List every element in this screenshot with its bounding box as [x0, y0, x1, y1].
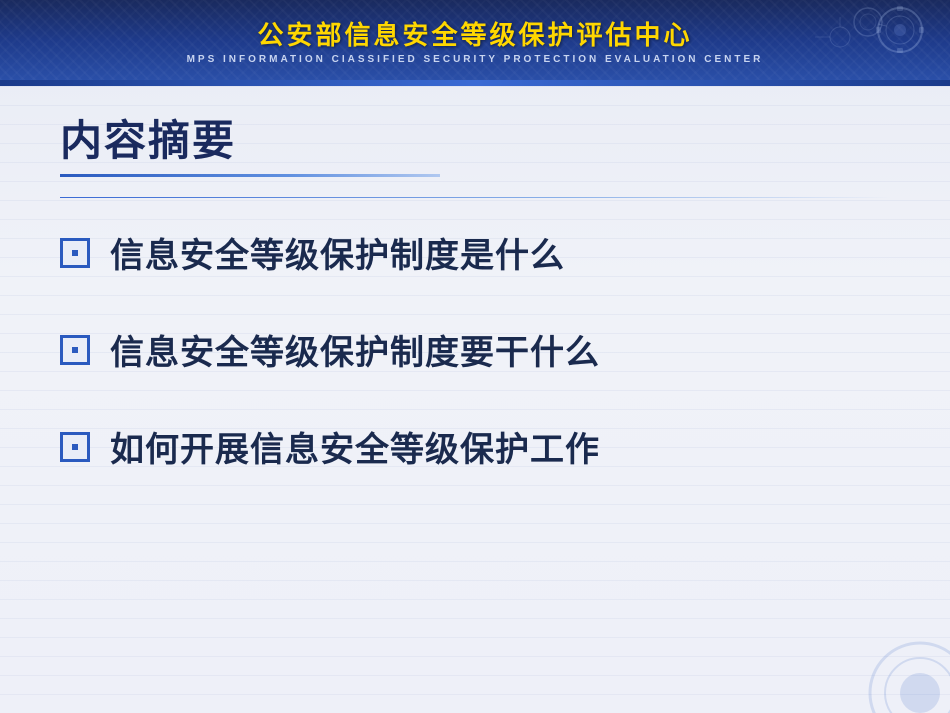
section-rule [60, 197, 890, 198]
bullet-icon-3 [60, 432, 90, 462]
list-item: 信息安全等级保护制度是什么 [60, 228, 890, 277]
bullet-text-1: 信息安全等级保护制度是什么 [110, 228, 565, 277]
header-banner: 公安部信息安全等级保护评估中心 MPS INFORMATION CIASSIFI… [0, 0, 950, 80]
bullet-icon-1 [60, 238, 90, 268]
main-content: 内容摘要 信息安全等级保护制度是什么 信息安全等级保护制度要干什么 如何开展信息… [0, 86, 950, 549]
header-title-cn: 公安部信息安全等级保护评估中心 [257, 15, 692, 52]
title-underline [60, 174, 440, 177]
page-title-section: 内容摘要 [60, 116, 890, 177]
header-decoration [760, 2, 940, 57]
page-title: 内容摘要 [60, 116, 890, 166]
bullet-list: 信息安全等级保护制度是什么 信息安全等级保护制度要干什么 如何开展信息安全等级保… [60, 228, 890, 471]
list-item: 如何开展信息安全等级保护工作 [60, 422, 890, 471]
slide-container: 公安部信息安全等级保护评估中心 MPS INFORMATION CIASSIFI… [0, 0, 950, 713]
bullet-text-3: 如何开展信息安全等级保护工作 [110, 422, 600, 471]
header-title-en: MPS INFORMATION CIASSIFIED SECURITY PROT… [187, 54, 764, 65]
bullet-icon-2 [60, 335, 90, 365]
list-item: 信息安全等级保护制度要干什么 [60, 325, 890, 374]
bottom-decoration [800, 633, 950, 713]
bullet-text-2: 信息安全等级保护制度要干什么 [110, 325, 600, 374]
